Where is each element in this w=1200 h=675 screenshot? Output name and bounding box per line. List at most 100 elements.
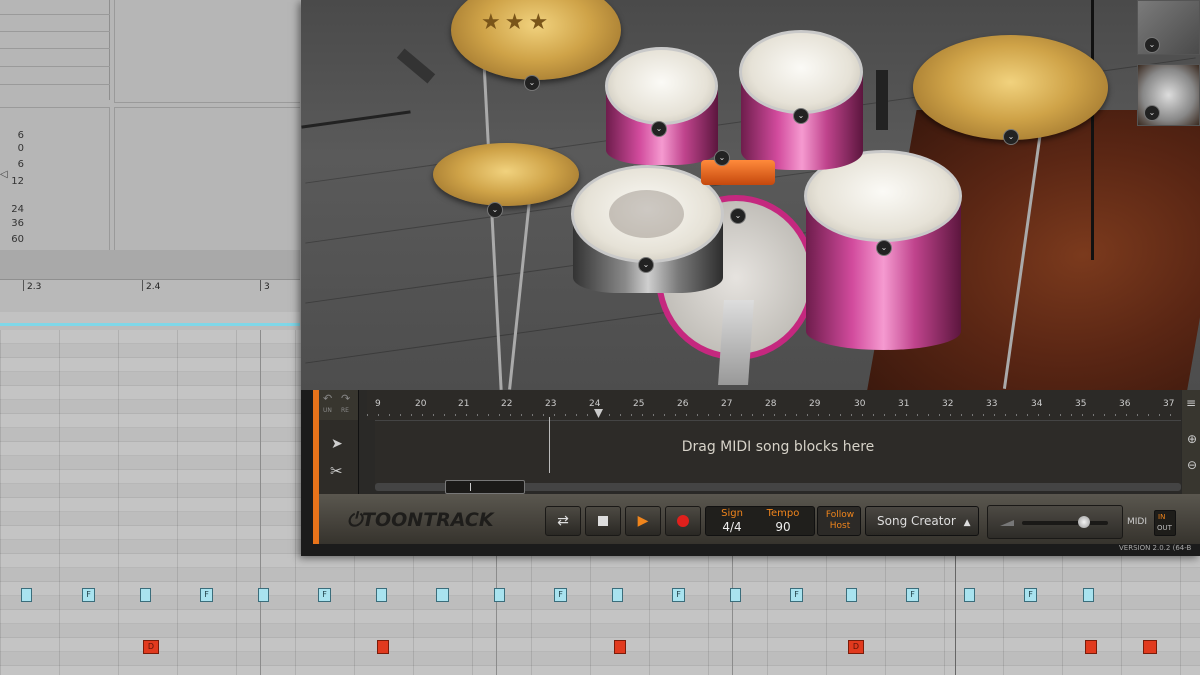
timeline-ruler[interactable]: 9 20 21 22 23 24 25 26 27 28 29 30 31 32…: [367, 390, 1181, 420]
midi-note-red[interactable]: [377, 640, 389, 654]
loop-button[interactable]: ⇄: [545, 506, 581, 536]
midi-note[interactable]: F: [554, 588, 567, 602]
daw-loop-bar[interactable]: [0, 312, 300, 326]
midi-note[interactable]: [846, 588, 857, 602]
midi-in-label: IN: [1158, 513, 1166, 521]
undo-icon[interactable]: ↶: [323, 392, 332, 405]
stop-icon: [598, 516, 608, 526]
midi-note[interactable]: [258, 588, 269, 602]
volume-ramp-icon: [1000, 520, 1014, 526]
horizontal-scrollbar[interactable]: [375, 480, 1181, 494]
bass-drum-pedal: [718, 300, 754, 385]
redo-icon[interactable]: ↷: [341, 392, 350, 405]
cowbell[interactable]: [701, 160, 775, 185]
record-button[interactable]: [665, 506, 701, 536]
sign-tempo-display[interactable]: Sign 4/4 Tempo 90: [705, 506, 815, 536]
menu-dot-icon[interactable]: ⌄: [638, 257, 654, 273]
midi-note[interactable]: [494, 588, 505, 602]
midi-note-red[interactable]: D: [848, 640, 864, 654]
logo-glyph-icon: ⏻: [347, 509, 363, 531]
menu-dot-icon[interactable]: ⌄: [730, 208, 746, 224]
bar-number: 21: [458, 399, 470, 409]
sign-value: 4/4: [722, 520, 742, 534]
song-creator-label: Song Creator: [877, 514, 956, 528]
hihat-cymbal[interactable]: [433, 143, 579, 206]
follow-host-label: Host: [829, 521, 851, 531]
rack-tom-2[interactable]: [739, 30, 863, 114]
rack-tom-1[interactable]: [605, 47, 718, 125]
menu-dot-icon[interactable]: ⌄: [793, 108, 809, 124]
undo-redo-bar: ↶ ↷ UN RE: [319, 390, 359, 420]
daw-list-panel: [0, 0, 110, 100]
volume-slider-knob[interactable]: [1078, 516, 1090, 528]
scrollbar-thumb[interactable]: [445, 480, 525, 494]
instrument-thumbnail-tambourine[interactable]: ⌄: [1137, 64, 1200, 126]
record-icon: [677, 515, 689, 527]
velocity-label: 24: [11, 204, 24, 215]
ruler-label: 2.4: [146, 282, 161, 292]
midi-note[interactable]: [376, 588, 387, 602]
play-button[interactable]: ▶: [625, 506, 661, 536]
microphone-icon: [876, 70, 888, 130]
midi-note[interactable]: [140, 588, 151, 602]
brand-text: TOONTRACK: [362, 509, 494, 531]
list-menu-icon[interactable]: ≡: [1186, 396, 1196, 410]
zoom-in-icon[interactable]: ⊕: [1187, 432, 1197, 446]
bar-number: 24: [589, 399, 601, 409]
menu-dot-icon[interactable]: ⌄: [524, 75, 540, 91]
toontrack-logo: ⏻TOONTRACK: [347, 509, 494, 531]
bar-number: 28: [765, 399, 777, 409]
menu-dot-icon[interactable]: ⌄: [714, 150, 730, 166]
midi-note[interactable]: F: [82, 588, 95, 602]
bar-number: 22: [501, 399, 513, 409]
song-block-drop-area[interactable]: Drag MIDI song blocks here: [375, 417, 1181, 486]
midi-note[interactable]: [21, 588, 32, 602]
zoom-out-icon[interactable]: ⊖: [1187, 458, 1197, 472]
midi-note[interactable]: F: [200, 588, 213, 602]
midi-io-indicator: IN OUT: [1154, 510, 1176, 536]
midi-note-red[interactable]: [614, 640, 626, 654]
velocity-label: 60: [11, 234, 24, 245]
midi-note[interactable]: [1083, 588, 1094, 602]
drum-kit-stage: ★★★ ⌄ ⌄ ⌄ ⌄ ⌄ ⌄ ⌄ ⌄ ⌄ ⌄ ⌄: [301, 0, 1200, 390]
daw-clip-panel: [114, 0, 300, 103]
midi-note[interactable]: F: [906, 588, 919, 602]
triangle-marker-icon: ◁: [0, 169, 8, 180]
midi-note[interactable]: [612, 588, 623, 602]
mic-stand: [301, 110, 411, 129]
daw-ruler[interactable]: 2.3 2.4 3: [0, 280, 300, 312]
menu-dot-icon[interactable]: ⌄: [1003, 129, 1019, 145]
midi-note[interactable]: [964, 588, 975, 602]
scissors-tool-icon[interactable]: ✂: [330, 462, 343, 480]
instrument-thumbnail-shaker[interactable]: ⌄: [1137, 0, 1200, 55]
bar-number: 26: [677, 399, 689, 409]
midi-note[interactable]: [730, 588, 741, 602]
stop-button[interactable]: [585, 506, 621, 536]
volume-slider[interactable]: [1022, 516, 1108, 528]
follow-host-label: Follow: [825, 510, 855, 520]
midi-note-red[interactable]: [1143, 640, 1157, 654]
midi-note[interactable]: F: [790, 588, 803, 602]
zoom-column: ≡ ⊕ ⊖: [1182, 390, 1200, 494]
follow-host-button[interactable]: Follow Host: [817, 506, 861, 536]
midi-label: MIDI: [1127, 517, 1148, 527]
star-decoration-icon: ★★★: [481, 10, 553, 35]
menu-dot-icon[interactable]: ⌄: [487, 202, 503, 218]
menu-dot-icon[interactable]: ⌄: [876, 240, 892, 256]
bar-number: 32: [942, 399, 954, 409]
midi-note[interactable]: F: [318, 588, 331, 602]
menu-dot-icon[interactable]: ⌄: [651, 121, 667, 137]
tempo-value: 90: [775, 520, 791, 534]
triangle-up-icon: ▲: [963, 518, 971, 528]
drum-plugin-window: ★★★ ⌄ ⌄ ⌄ ⌄ ⌄ ⌄ ⌄ ⌄ ⌄ ⌄ ⌄ ↶ ↷ UN RE ➤ ✂ …: [301, 0, 1200, 556]
midi-note[interactable]: F: [672, 588, 685, 602]
midi-note-red[interactable]: D: [143, 640, 159, 654]
bar-number: 36: [1119, 399, 1131, 409]
song-creator-button[interactable]: Song Creator ▲: [865, 506, 979, 536]
pointer-tool-icon[interactable]: ➤: [331, 436, 343, 452]
ride-cymbal[interactable]: [913, 35, 1108, 140]
midi-note[interactable]: [436, 588, 449, 602]
midi-note[interactable]: F: [1024, 588, 1037, 602]
daw-track-strip: [0, 250, 300, 280]
midi-note-red[interactable]: [1085, 640, 1097, 654]
